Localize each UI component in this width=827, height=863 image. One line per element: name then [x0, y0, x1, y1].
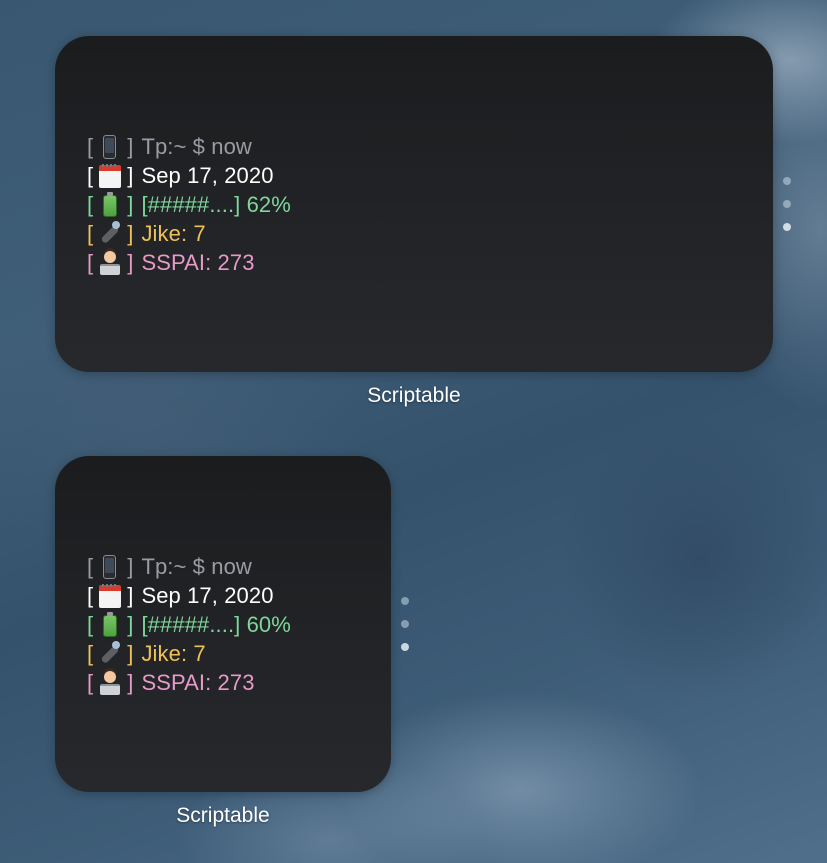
bracket-close: ]	[127, 582, 134, 608]
bracket-open: [	[87, 133, 94, 159]
page-dot	[401, 597, 409, 605]
widget-stack-page-dots	[401, 597, 411, 666]
page-dot	[783, 200, 791, 208]
widget-line-jike: [ ] Jike: 7	[87, 639, 291, 668]
battery-text: [#####....] 62%	[141, 191, 291, 217]
bracket-open: [	[87, 611, 94, 637]
jike-text: Jike: 7	[141, 220, 206, 246]
page-dot-active	[401, 643, 409, 651]
widget-line-sspai: [ ] SSPAI: 273	[87, 668, 291, 697]
sspai-text: SSPAI: 273	[141, 669, 255, 695]
widget-line-battery: [ ] [#####....] 60%	[87, 610, 291, 639]
bracket-open: [	[87, 582, 94, 608]
prompt-text: Tp:~ $ now	[141, 553, 252, 579]
bracket-close: ]	[127, 640, 134, 666]
bracket-open: [	[87, 191, 94, 217]
bracket-close: ]	[127, 220, 134, 246]
bracket-open: [	[87, 249, 94, 275]
bracket-close: ]	[127, 162, 134, 188]
widget-line-battery: [ ] [#####....] 62%	[87, 190, 291, 219]
technologist-icon	[97, 250, 123, 276]
widget-app-label: Scriptable	[367, 384, 461, 407]
bracket-close: ]	[127, 249, 134, 275]
calendar-icon	[97, 163, 123, 189]
widget-line-jike: [ ] Jike: 7	[87, 219, 291, 248]
jike-text: Jike: 7	[141, 640, 206, 666]
calendar-icon	[97, 583, 123, 609]
bracket-open: [	[87, 162, 94, 188]
widget-app-label: Scriptable	[176, 804, 270, 827]
widget-lines: [ ] Tp:~ $ now [ ] Sep 17, 2020 [ ] [###…	[87, 552, 291, 697]
bracket-open: [	[87, 640, 94, 666]
phone-icon	[97, 134, 123, 160]
scriptable-widget-small[interactable]: [ ] Tp:~ $ now [ ] Sep 17, 2020 [ ] [###…	[55, 456, 391, 792]
technologist-icon	[97, 670, 123, 696]
phone-handset-icon	[97, 640, 123, 667]
bracket-close: ]	[127, 669, 134, 695]
widget-lines: [ ] Tp:~ $ now [ ] Sep 17, 2020 [ ] [###…	[87, 132, 291, 277]
widget-stack-page-dots	[783, 177, 793, 246]
widget-line-sspai: [ ] SSPAI: 273	[87, 248, 291, 277]
battery-icon	[97, 191, 123, 218]
bracket-open: [	[87, 669, 94, 695]
bracket-close: ]	[127, 553, 134, 579]
bracket-close: ]	[127, 191, 134, 217]
bracket-close: ]	[127, 611, 134, 637]
page-dot	[401, 620, 409, 628]
page-dot-active	[783, 223, 791, 231]
widget-line-date: [ ] Sep 17, 2020	[87, 161, 291, 190]
date-text: Sep 17, 2020	[141, 162, 274, 188]
phone-handset-icon	[97, 220, 123, 247]
bracket-open: [	[87, 220, 94, 246]
widget-line-date: [ ] Sep 17, 2020	[87, 581, 291, 610]
battery-icon	[97, 611, 123, 638]
phone-icon	[97, 554, 123, 580]
sspai-text: SSPAI: 273	[141, 249, 255, 275]
page-dot	[783, 177, 791, 185]
widget-line-prompt: [ ] Tp:~ $ now	[87, 552, 291, 581]
prompt-text: Tp:~ $ now	[141, 133, 252, 159]
date-text: Sep 17, 2020	[141, 582, 274, 608]
bracket-close: ]	[127, 133, 134, 159]
bracket-open: [	[87, 553, 94, 579]
battery-text: [#####....] 60%	[141, 611, 291, 637]
widget-line-prompt: [ ] Tp:~ $ now	[87, 132, 291, 161]
scriptable-widget-medium[interactable]: [ ] Tp:~ $ now [ ] Sep 17, 2020 [ ] [###…	[55, 36, 773, 372]
